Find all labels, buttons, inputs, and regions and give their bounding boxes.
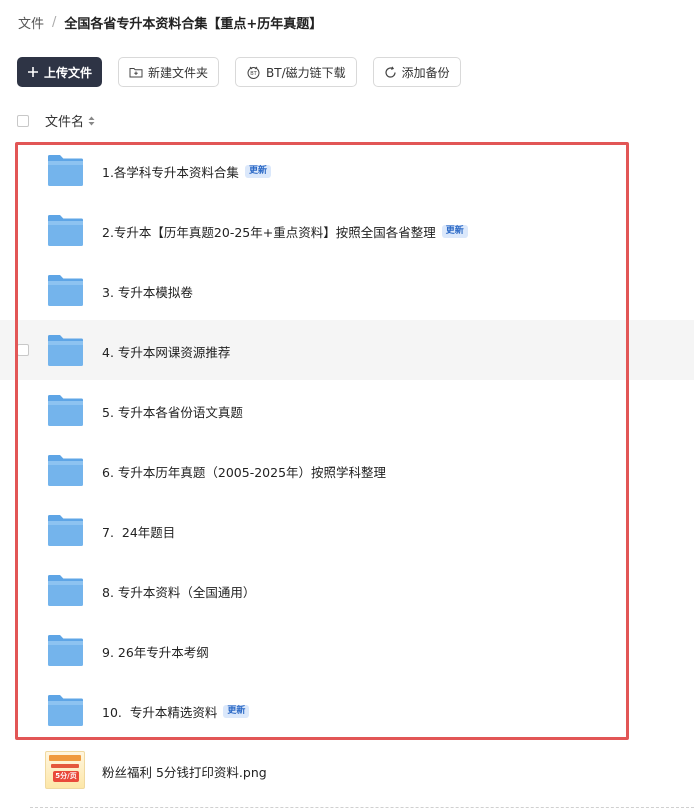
list-item[interactable]: 4. 专升本网课资源推荐	[0, 320, 694, 380]
folder-icon	[47, 454, 84, 491]
folder-icon	[47, 334, 84, 371]
bt-download-button-label: BT/磁力链下载	[266, 65, 346, 80]
list-item-name[interactable]: 2.专升本【历年真题20-25年+重点资料】按照全国各省整理 更新	[102, 222, 468, 241]
breadcrumb: 文件 / 全国各省专升本资料合集【重点+历年真题】	[18, 13, 322, 32]
list-item[interactable]: 10. 专升本精选资料 更新	[0, 680, 694, 740]
new-folder-icon	[129, 66, 143, 78]
list-header: 文件名	[17, 111, 95, 130]
list-item-name[interactable]: 6. 专升本历年真题（2005-2025年）按照学科整理	[102, 462, 386, 481]
folder-icon	[47, 394, 84, 431]
upload-button-label: 上传文件	[44, 65, 93, 80]
list-item-name[interactable]: 4. 专升本网课资源推荐	[102, 342, 230, 361]
list-item[interactable]: 5分/页 粉丝福利 5分钱打印资料.png	[0, 740, 694, 800]
list-item[interactable]: 7. 24年题目	[0, 500, 694, 560]
folder-icon	[47, 634, 84, 671]
column-header-name[interactable]: 文件名	[45, 111, 84, 130]
sort-icon[interactable]	[88, 116, 95, 126]
plus-icon	[27, 66, 39, 78]
update-badge: 更新	[223, 705, 250, 718]
update-badge: 更新	[441, 225, 468, 238]
bt-download-button[interactable]: BT BT/磁力链下载	[235, 57, 357, 87]
breadcrumb-root[interactable]: 文件	[18, 13, 44, 32]
list-item-name[interactable]: 8. 专升本资料（全国通用）	[102, 582, 255, 601]
list-item-name[interactable]: 3. 专升本模拟卷	[102, 282, 193, 301]
upload-button[interactable]: 上传文件	[17, 57, 103, 87]
list-item-name[interactable]: 7. 24年题目	[102, 522, 175, 541]
svg-text:BT: BT	[250, 71, 257, 77]
folder-icon	[47, 574, 84, 611]
list-item-name[interactable]: 10. 专升本精选资料 更新	[102, 702, 250, 721]
folder-icon	[47, 154, 84, 191]
add-backup-button[interactable]: 添加备份	[372, 57, 461, 87]
list-item[interactable]: 2.专升本【历年真题20-25年+重点资料】按照全国各省整理 更新	[0, 200, 694, 260]
new-folder-button[interactable]: 新建文件夹	[118, 57, 220, 87]
update-badge: 更新	[244, 165, 271, 178]
folder-icon	[47, 214, 84, 251]
breadcrumb-separator: /	[52, 15, 57, 30]
file-list: 1.各学科专升本资料合集 更新 2.专升本【历年真题20-25年+重点资料】按照全…	[0, 140, 694, 740]
select-all-checkbox[interactable]	[17, 114, 29, 127]
row-checkbox[interactable]	[17, 344, 29, 356]
bt-icon: BT	[246, 66, 261, 79]
folder-icon	[47, 514, 84, 551]
folder-icon	[47, 694, 84, 731]
folder-icon	[47, 274, 84, 311]
toolbar: 上传文件 新建文件夹 BT BT/磁力链下载 添加备份	[17, 57, 477, 87]
new-folder-button-label: 新建文件夹	[148, 65, 209, 80]
thumbnail-text: 5分/页	[53, 771, 79, 782]
image-thumbnail: 5分/页	[45, 751, 85, 789]
list-item-name[interactable]: 1.各学科专升本资料合集 更新	[102, 162, 271, 181]
list-item-name[interactable]: 5. 专升本各省份语文真题	[102, 402, 243, 421]
list-item-name[interactable]: 9. 26年专升本考纲	[102, 642, 209, 661]
list-item[interactable]: 3. 专升本模拟卷	[0, 260, 694, 320]
list-item-name[interactable]: 粉丝福利 5分钱打印资料.png	[102, 762, 267, 781]
list-item[interactable]: 9. 26年专升本考纲	[0, 620, 694, 680]
list-item[interactable]: 6. 专升本历年真题（2005-2025年）按照学科整理	[0, 440, 694, 500]
list-item[interactable]: 8. 专升本资料（全国通用）	[0, 560, 694, 620]
list-item[interactable]: 5. 专升本各省份语文真题	[0, 380, 694, 440]
divider	[30, 807, 694, 808]
breadcrumb-current: 全国各省专升本资料合集【重点+历年真题】	[64, 17, 323, 32]
refresh-icon	[384, 65, 397, 79]
list-item[interactable]: 1.各学科专升本资料合集 更新	[0, 140, 694, 200]
add-backup-button-label: 添加备份	[401, 65, 450, 80]
